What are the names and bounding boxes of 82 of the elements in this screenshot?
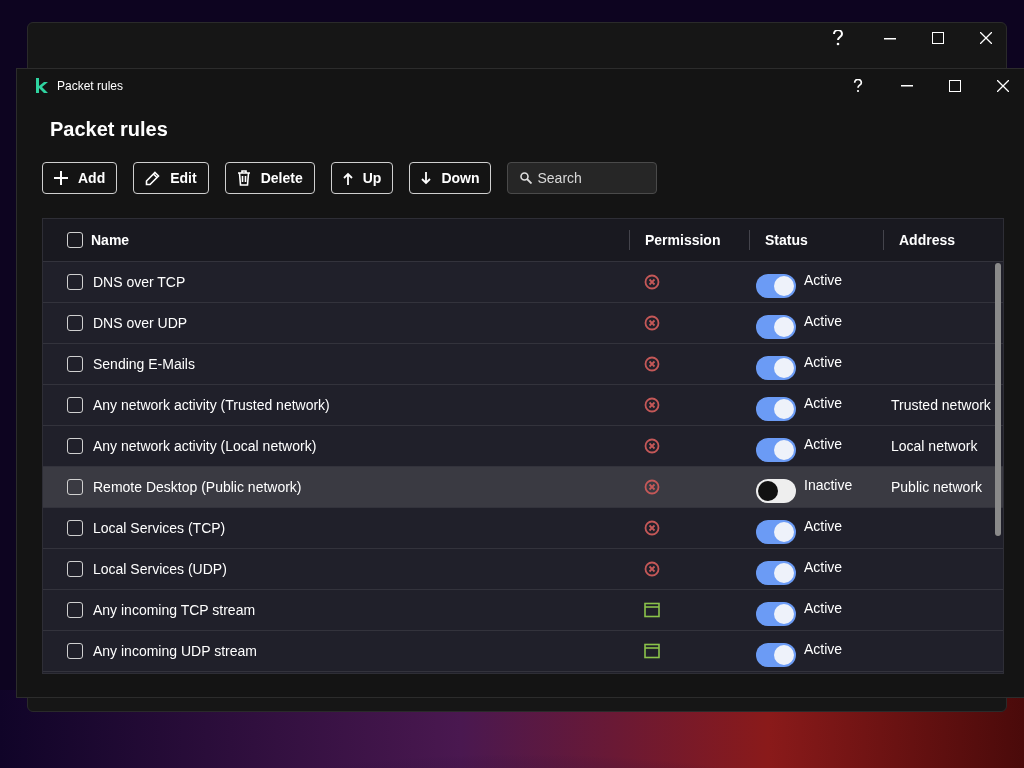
blocked-icon [644,274,660,290]
blocked-icon [644,397,660,413]
down-button[interactable]: Down [409,162,492,194]
rule-name: Any incoming UDP stream [93,641,257,661]
toggle-switch[interactable] [756,642,796,667]
checkbox[interactable] [67,397,83,413]
window-icon [644,602,660,618]
rule-name: Any network activity (Local network) [93,436,317,456]
maximize-icon[interactable] [949,79,961,92]
delete-button[interactable]: Delete [224,162,315,194]
status-text: Active [804,639,843,659]
toggle-switch[interactable] [756,601,796,626]
checkbox[interactable] [67,479,83,495]
column-header[interactable]: Address [899,229,956,251]
arrow-up-icon [342,171,353,185]
toggle-switch[interactable] [756,396,796,421]
checkbox[interactable] [67,561,83,577]
blocked-icon [644,479,660,495]
toggle-switch[interactable] [756,478,796,503]
status-text: Active [804,393,843,413]
help-icon[interactable] [832,30,844,46]
rule-name: Any network activity (Trusted network) [93,395,330,415]
arrow-down-icon [421,171,432,185]
status-text: Active [804,516,843,536]
toggle-switch[interactable] [756,437,796,462]
address-text: Public network [891,479,983,495]
toggle-switch[interactable] [756,519,796,544]
search-icon [520,172,533,184]
window-title: Packet rules [57,77,124,95]
checkbox[interactable] [67,232,83,248]
blocked-icon [644,438,660,454]
search-field[interactable]: Search [507,162,658,194]
plus-icon [54,171,68,185]
address-text: Local network [891,438,978,454]
checkbox[interactable] [67,438,83,454]
column-header[interactable]: Status [765,229,808,251]
checkbox[interactable] [67,274,83,290]
help-icon[interactable] [853,78,863,93]
page-heading: Packet rules [50,117,169,142]
minimize-icon[interactable] [901,84,913,87]
pencil-icon [145,170,161,186]
blocked-icon [644,561,660,577]
toggle-switch[interactable] [756,560,796,585]
add-button[interactable]: Add [42,162,118,194]
table-row[interactable]: Remote Desktop (Public network) Inactive Public network [43,467,1003,508]
status-text: Active [804,557,843,577]
blocked-icon [644,356,660,372]
checkbox[interactable] [67,315,83,331]
rule-name: Sending E-Mails [93,354,195,374]
rule-name: Local Services (TCP) [93,518,226,538]
rule-name: Local Services (UDP) [93,559,227,579]
status-text: Active [804,434,843,454]
status-text: Active [804,311,843,331]
app-logo-icon [35,78,48,93]
toggle-switch[interactable] [756,355,796,380]
checkbox[interactable] [67,520,83,536]
status-text: Inactive [804,475,853,495]
blocked-icon [644,520,660,536]
status-text: Active [804,270,843,290]
checkbox[interactable] [67,643,83,659]
rule-name: DNS over UDP [93,313,188,333]
toggle-switch[interactable] [756,273,796,298]
toggle-switch[interactable] [756,314,796,339]
status-text: Active [804,598,843,618]
blocked-icon [644,315,660,331]
rule-name: Any incoming TCP stream [93,600,256,620]
checkbox[interactable] [67,602,83,618]
rule-name: DNS over TCP [93,272,186,292]
scrollbar[interactable] [995,263,1001,536]
up-button[interactable]: Up [330,162,394,194]
close-icon[interactable] [997,79,1009,92]
window-icon [644,643,660,659]
rule-name: Remote Desktop (Public network) [93,477,302,497]
checkbox[interactable] [67,356,83,372]
trash-icon [236,170,251,186]
column-header[interactable]: Name [91,229,130,251]
column-header[interactable]: Permission [645,229,721,251]
edit-button[interactable]: Edit [133,162,209,194]
close-icon[interactable] [980,32,992,44]
maximize-icon[interactable] [932,32,944,44]
address-text: Trusted network [891,397,991,413]
status-text: Active [804,352,843,372]
